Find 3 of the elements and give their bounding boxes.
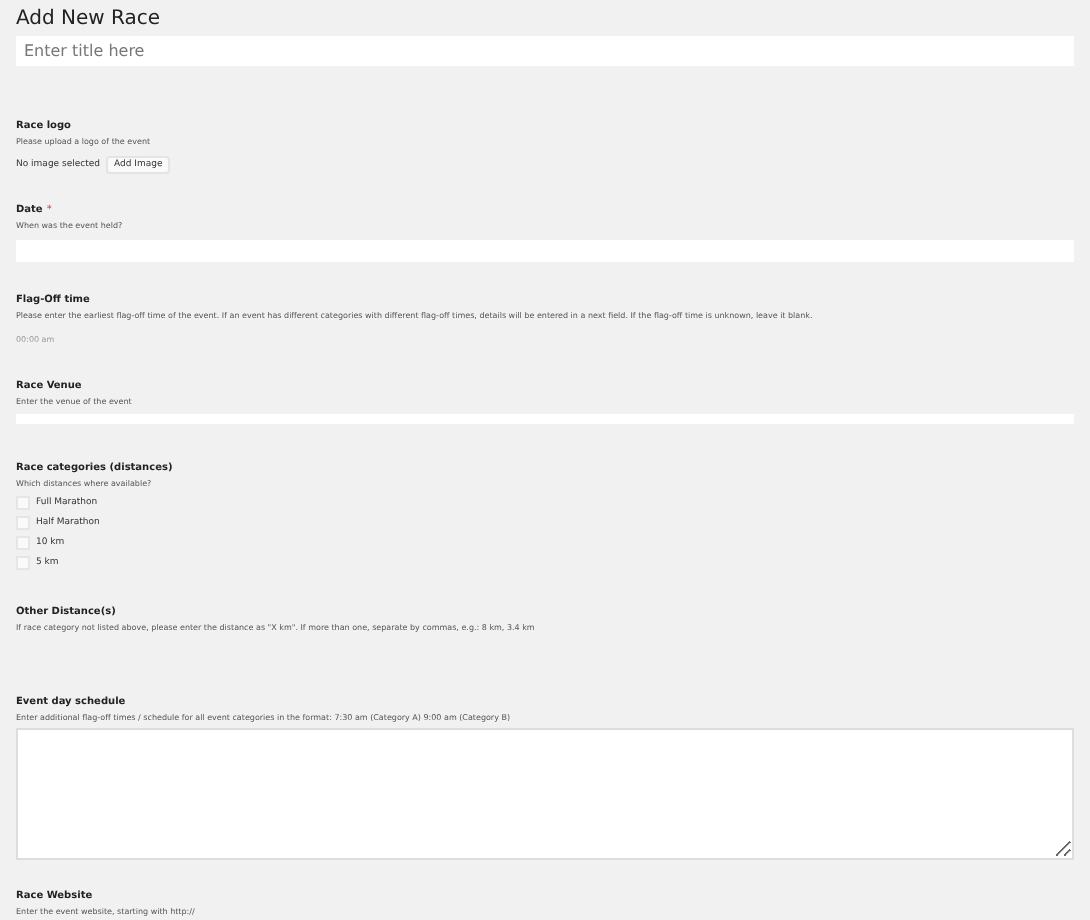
page-title: Add New Race: [16, 8, 163, 30]
title-field[interactable]: Enter title here: [16, 36, 1074, 66]
schedule-textarea[interactable]: [16, 728, 1074, 860]
